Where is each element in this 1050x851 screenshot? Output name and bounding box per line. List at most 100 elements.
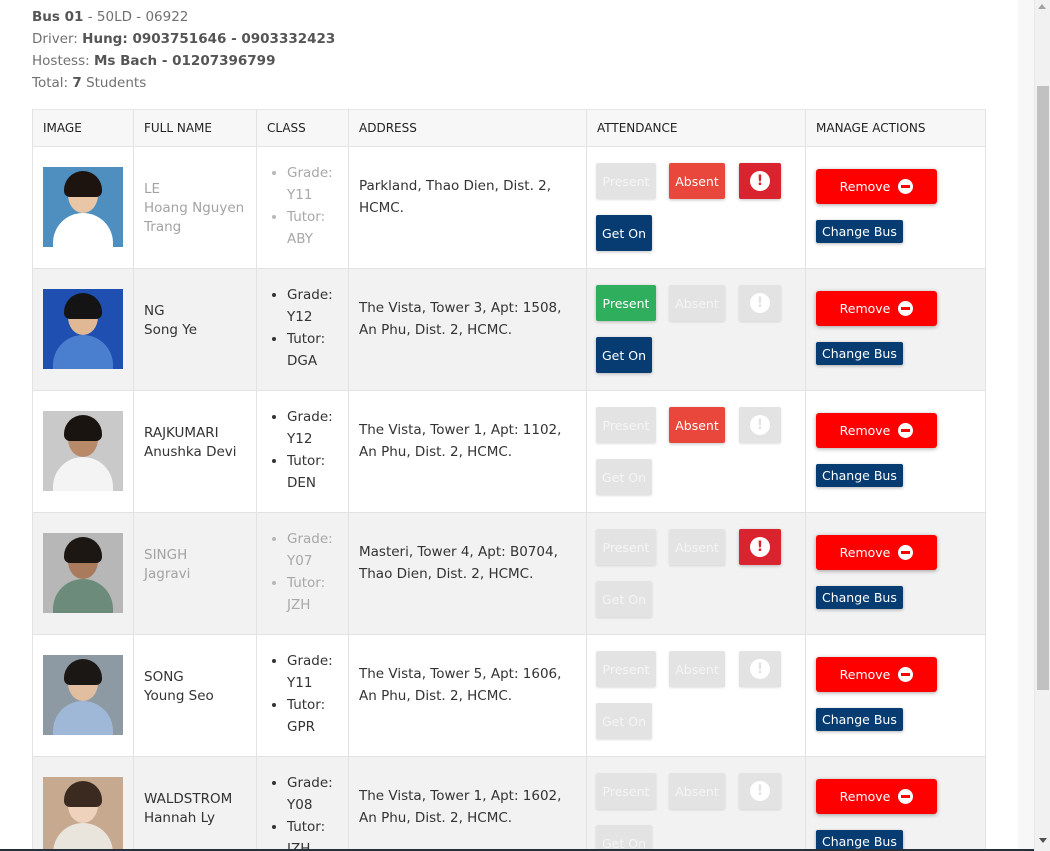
driver-line: Driver: Hung: 0903751646 - 0903332423 (32, 28, 335, 50)
student-image-cell (32, 512, 134, 635)
students-table: IMAGE FULL NAME CLASS ADDRESS ATTENDANCE… (32, 109, 986, 851)
photo-body-shape (53, 335, 113, 369)
alert-button[interactable]: ! (739, 773, 781, 809)
change-bus-button[interactable]: Change Bus (816, 342, 903, 365)
alert-button[interactable]: ! (739, 651, 781, 687)
remove-button[interactable]: Remove (816, 169, 937, 204)
scroll-down-arrow-icon[interactable] (1039, 838, 1047, 843)
bus-students-page: Bus 01 - 50LD - 06922 Driver: Hung: 0903… (0, 0, 1018, 851)
change-bus-button[interactable]: Change Bus (816, 220, 903, 243)
student-address: Masteri, Tower 4, Apt: B0704, Thao Dien,… (359, 544, 558, 582)
hostess-label: Hostess: (32, 53, 94, 69)
students-table-body: LE Hoang Nguyen Trang Grade: Y11 Tutor: AB… (32, 146, 986, 851)
student-first-name: Anushka Devi (144, 444, 237, 460)
boarding-buttons: Get On (596, 337, 805, 373)
remove-button[interactable]: Remove (816, 779, 937, 814)
student-image-cell (32, 268, 134, 391)
absent-button[interactable]: Absent (669, 529, 725, 565)
student-address: The Vista, Tower 3, Apt: 1508, An Phu, D… (359, 300, 562, 338)
remove-button-label: Remove (839, 667, 891, 682)
student-name-cell: LE Hoang Nguyen Trang (133, 146, 257, 269)
student-photo (43, 533, 123, 613)
student-name-cell: WALDSTROM Hannah Ly (133, 756, 257, 851)
change-bus-button[interactable]: Change Bus (816, 830, 903, 851)
manage-actions-cell: Remove Change Bus (805, 634, 986, 757)
header-image: IMAGE (32, 109, 134, 147)
attendance-cell: Present Absent ! Get On (586, 756, 806, 851)
present-button[interactable]: Present (596, 773, 656, 809)
attendance-status-buttons: Present Absent ! (596, 163, 805, 199)
present-button[interactable]: Present (596, 407, 656, 443)
scrollbar-thumb[interactable] (1037, 86, 1049, 690)
absent-button[interactable]: Absent (669, 285, 725, 321)
class-tutor-item: Tutor: ABY (287, 206, 338, 250)
present-button[interactable]: Present (596, 529, 656, 565)
student-address-cell: Masteri, Tower 4, Apt: B0704, Thao Dien,… (348, 512, 587, 635)
scroll-up-arrow-icon[interactable] (1038, 4, 1046, 9)
minus-circle-icon (898, 789, 914, 804)
absent-button[interactable]: Absent (669, 407, 725, 443)
photo-body-shape (53, 823, 113, 851)
exclamation-circle-icon: ! (750, 293, 770, 313)
tutor-label: Tutor: (287, 209, 326, 225)
class-list: Grade: Y11 Tutor: ABY (267, 162, 338, 250)
change-bus-button[interactable]: Change Bus (816, 586, 903, 609)
header-attendance: ATTENDANCE (586, 109, 806, 147)
table-row: WALDSTROM Hannah Ly Grade:Y08 Tutor:JZH … (32, 756, 986, 851)
student-photo (43, 289, 123, 369)
grade-label: Grade: (287, 531, 333, 547)
get-on-button[interactable]: Get On (596, 337, 652, 373)
change-bus-button[interactable]: Change Bus (816, 464, 903, 487)
get-on-button[interactable]: Get On (596, 459, 652, 495)
remove-button[interactable]: Remove (816, 657, 937, 692)
manage-actions-cell: Remove Change Bus (805, 756, 986, 851)
student-address: Parkland, Thao Dien, Dist. 2, HCMC. (359, 178, 552, 216)
present-button[interactable]: Present (596, 651, 656, 687)
class-list: Grade: Y07 Tutor: JZH (267, 528, 338, 616)
student-photo (43, 167, 123, 247)
change-bus-button[interactable]: Change Bus (816, 708, 903, 731)
total-line: Total: 7 Students (32, 72, 335, 94)
total-suffix: Students (81, 75, 147, 91)
minus-circle-icon (898, 545, 914, 560)
boarding-buttons: Get On (596, 459, 805, 495)
tutor-label: Tutor: (287, 331, 326, 347)
alert-button[interactable]: ! (739, 407, 781, 443)
absent-button[interactable]: Absent (669, 651, 725, 687)
absent-button[interactable]: Absent (669, 163, 725, 199)
tutor-label: Tutor: (287, 697, 326, 713)
remove-button[interactable]: Remove (816, 535, 937, 570)
attendance-status-buttons: Present Absent ! (596, 407, 805, 443)
manage-actions-cell: Remove Change Bus (805, 146, 986, 269)
get-on-button[interactable]: Get On (596, 581, 652, 617)
photo-hair-shape (64, 537, 102, 563)
remove-button[interactable]: Remove (816, 291, 937, 326)
table-row: LE Hoang Nguyen Trang Grade: Y11 Tutor: AB… (32, 146, 986, 269)
class-list: Grade: Y12 Tutor: DEN (267, 406, 338, 494)
absent-button[interactable]: Absent (669, 773, 725, 809)
student-image-cell (32, 146, 134, 269)
tutor-value: GPR (287, 719, 315, 735)
header-class: CLASS (256, 109, 349, 147)
grade-label: Grade: (287, 287, 333, 303)
hostess-line: Hostess: Ms Bach - 01207396799 (32, 50, 335, 72)
student-address-cell: The Vista, Tower 5, Apt: 1606, An Phu, D… (348, 634, 587, 757)
vertical-scrollbar[interactable] (1034, 0, 1050, 851)
class-grade-item: Grade: Y07 (287, 528, 338, 572)
boarding-buttons: Get On (596, 215, 805, 251)
get-on-button[interactable]: Get On (596, 825, 652, 851)
present-button[interactable]: Present (596, 163, 656, 199)
get-on-button[interactable]: Get On (596, 215, 652, 251)
alert-button[interactable]: ! (739, 163, 781, 199)
student-address-cell: The Vista, Tower 1, Apt: 1102, An Phu, D… (348, 390, 587, 513)
remove-button-label: Remove (839, 423, 891, 438)
remove-button[interactable]: Remove (816, 413, 937, 448)
present-button[interactable]: Present (596, 285, 656, 321)
photo-hair-shape (64, 415, 102, 441)
alert-button[interactable]: ! (739, 285, 781, 321)
photo-hair-shape (64, 171, 102, 197)
table-row: RAJKUMARI Anushka Devi Grade: Y12 Tutor: D… (32, 390, 986, 513)
student-address-cell: Parkland, Thao Dien, Dist. 2, HCMC. (348, 146, 587, 269)
alert-button[interactable]: ! (739, 529, 781, 565)
get-on-button[interactable]: Get On (596, 703, 652, 739)
